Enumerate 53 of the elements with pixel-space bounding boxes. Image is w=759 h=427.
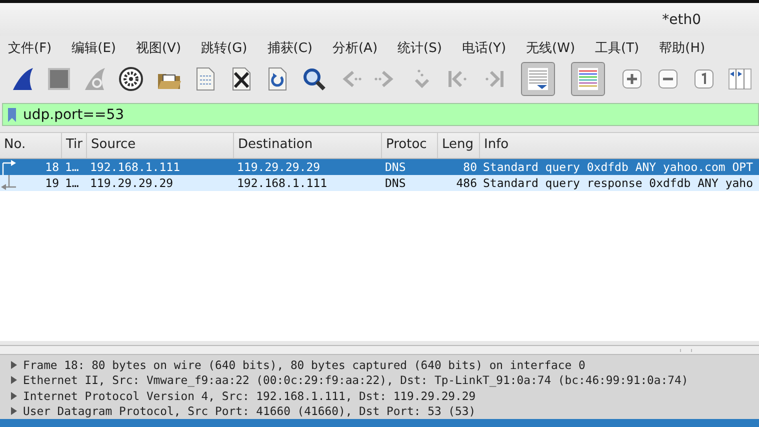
column-header[interactable]: Destination: [234, 133, 382, 158]
packet-cell-text: Standard query response 0xdfdb ANY yaho: [482, 176, 754, 190]
search-icon: [301, 66, 328, 92]
column-header[interactable]: Info: [480, 133, 759, 158]
resize-columns-icon: [727, 66, 754, 92]
colored-lines-button[interactable]: [571, 62, 606, 96]
menu-item[interactable]: 工具(T): [595, 38, 640, 57]
expand-triangle-icon[interactable]: [9, 360, 19, 370]
column-header[interactable]: Source: [87, 133, 234, 158]
packet-cell-text: 119.29.29.29: [89, 176, 174, 190]
menu-item[interactable]: 文件(F): [8, 38, 52, 57]
packet-cell-text: 192.168.1.111: [236, 176, 328, 190]
list-scroll-button[interactable]: [521, 62, 556, 96]
packet-cell-text: 1…: [64, 176, 80, 190]
shark-fin-icon: [10, 66, 36, 92]
gear-icon: [118, 66, 144, 92]
column-header[interactable]: Leng: [438, 133, 480, 158]
window-title: *eth0: [662, 12, 701, 28]
packet-cell-text: 1…: [64, 160, 80, 174]
packet-cell-text: 80: [462, 160, 478, 174]
tree-row[interactable]: User Datagram Protocol, Src Port: 41660 (41660), Dst Port: 53 (53): [0, 404, 759, 419]
menu-item[interactable]: 帮助(H): [659, 38, 706, 57]
menu-item[interactable]: 捕获(C): [267, 38, 312, 57]
packet-cell-text: 192.168.1.111: [89, 160, 182, 174]
packet-cell-text: 19: [44, 176, 60, 190]
packet-cell-text: Standard query 0xdfdb ANY yahoo.com OPT: [482, 160, 754, 174]
menu-item[interactable]: 电话(Y): [462, 38, 506, 57]
fin-restart-icon: [82, 66, 108, 92]
menu-item[interactable]: 分析(A): [332, 38, 378, 57]
packet-row[interactable]: 19 1… 119.29.29.29 192.168.1.111 DNS 486 Standard query response 0xdfdb ANY yaho: [0, 175, 759, 192]
menu-item[interactable]: 视图(V): [136, 38, 182, 57]
expand-triangle-icon[interactable]: [9, 390, 19, 401]
column-header[interactable]: No.: [0, 133, 62, 158]
packet-cell-text: DNS: [384, 176, 407, 190]
packet-cell-text: DNS: [384, 160, 407, 174]
packet-row[interactable]: 18 1… 192.168.1.111 119.29.29.29 DNS 80 Standard query 0xdfdb ANY yahoo.com OPT: [0, 159, 759, 176]
packet-cell-text: 486: [455, 176, 478, 190]
column-header[interactable]: Protoc: [382, 133, 438, 158]
display-filter-field[interactable]: udp.port==53: [2, 103, 759, 126]
tree-row[interactable]: Internet Protocol Version 4, Src: 192.168.1.111, Dst: 119.29.29.29: [0, 388, 759, 404]
expand-triangle-icon[interactable]: [9, 406, 19, 416]
menu-item[interactable]: 无线(W): [526, 38, 576, 57]
packet-cell-text: 119.29.29.29: [236, 160, 322, 174]
column-header[interactable]: Tir: [62, 133, 87, 158]
packet-cell-text: 18: [44, 160, 60, 174]
tree-row[interactable]: Frame 18: 80 bytes on wire (640 bits), 80 bytes captured (640 bits) on interface 0: [0, 357, 759, 372]
expand-triangle-icon[interactable]: [9, 375, 19, 386]
menu-item[interactable]: 跳转(G): [201, 38, 248, 57]
stop-square-icon: [46, 66, 72, 92]
menu-item[interactable]: 统计(S): [398, 38, 442, 57]
menu-item[interactable]: 编辑(E): [72, 38, 116, 57]
bookmark-icon[interactable]: [7, 106, 17, 123]
tree-row[interactable]: Ethernet II, Src: Vmware_f9:aa:22 (00:0c:29:f9:aa:22), Dst: Tp-LinkT_91:0a:74 (bc:46:99:91:0a:74): [0, 372, 759, 388]
